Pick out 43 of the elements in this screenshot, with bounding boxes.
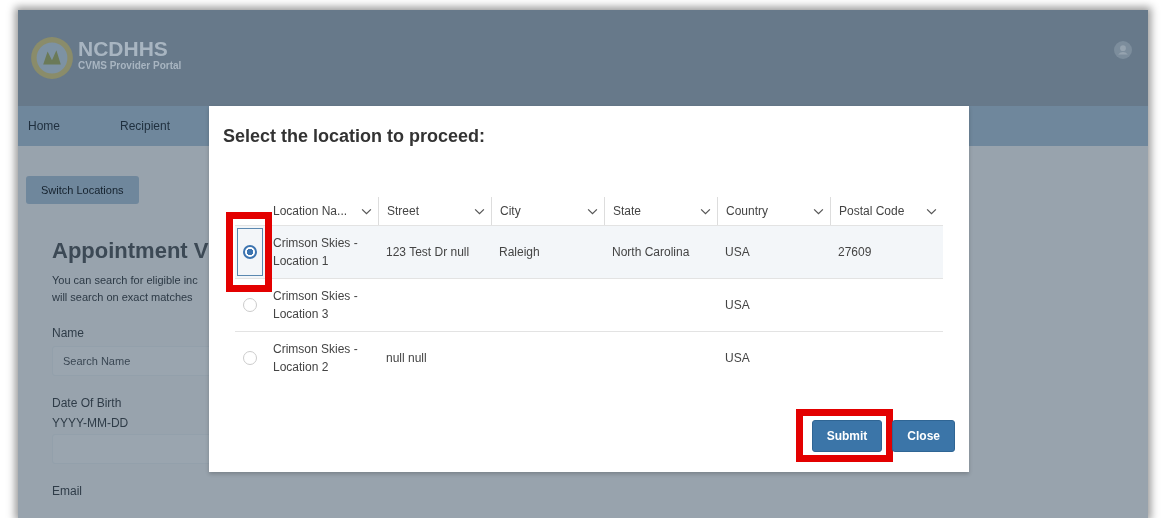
seal-logo-icon <box>30 36 74 80</box>
column-header[interactable]: Location Na... <box>273 204 348 218</box>
table-cell: USA <box>725 245 750 259</box>
table-row[interactable]: Crimson Skies - Location 1 123 Test Dr null Raleigh North Carolina USA 27609 <box>235 225 943 278</box>
chevron-down-icon[interactable] <box>361 207 372 215</box>
chevron-down-icon[interactable] <box>926 207 937 215</box>
table-cell-text: Crimson Skies - Location 3 <box>273 288 359 323</box>
table-cell-text: Crimson Skies - Location 1 <box>273 235 359 270</box>
table-cell: USA <box>725 298 750 312</box>
table-cell-text: Crimson Skies - Location 2 <box>273 341 359 376</box>
column-header[interactable]: Street <box>387 204 419 218</box>
column-header[interactable]: City <box>500 204 521 218</box>
chevron-down-icon[interactable] <box>700 207 711 215</box>
field-label: Email <box>52 484 82 498</box>
column-header[interactable]: Country <box>726 204 769 218</box>
column-header[interactable]: Postal Code <box>839 204 905 218</box>
page-title: Appointment V <box>52 238 209 264</box>
brand-subtitle: CVMS Provider Portal <box>78 59 182 71</box>
switch-locations-button[interactable]: Switch Locations <box>26 176 139 204</box>
intro-text: will search on exact matches <box>52 290 193 305</box>
dialog-button[interactable]: Submit <box>811 420 883 452</box>
brand-name: NCDHHS <box>78 37 169 60</box>
radio-button[interactable] <box>243 245 257 259</box>
dialog-title: Select the location to proceed: <box>223 126 487 147</box>
intro-text: You can search for eligible inc <box>52 273 198 288</box>
table-cell: North Carolina <box>612 245 690 259</box>
table-row[interactable]: Crimson Skies - Location 2 null null USA <box>235 331 943 384</box>
field-label: Name <box>52 326 84 340</box>
table-cell: null null <box>386 351 427 365</box>
dialog-button[interactable]: Close <box>892 420 955 452</box>
nav-link[interactable]: Home <box>28 119 60 133</box>
chevron-down-icon[interactable] <box>587 207 598 215</box>
column-header[interactable]: State <box>613 204 642 218</box>
table-cell: Raleigh <box>499 245 540 259</box>
table-cell: USA <box>725 351 750 365</box>
table-cell: 123 Test Dr null <box>386 245 470 259</box>
nav-link[interactable]: Recipient <box>120 119 171 133</box>
chevron-down-icon[interactable] <box>474 207 485 215</box>
field-hint: YYYY-MM-DD <box>52 416 129 430</box>
chevron-down-icon[interactable] <box>813 207 824 215</box>
table-row[interactable]: Crimson Skies - Location 3 USA <box>235 278 943 331</box>
field-label: Date Of Birth <box>52 396 122 410</box>
table-cell: 27609 <box>838 245 872 259</box>
